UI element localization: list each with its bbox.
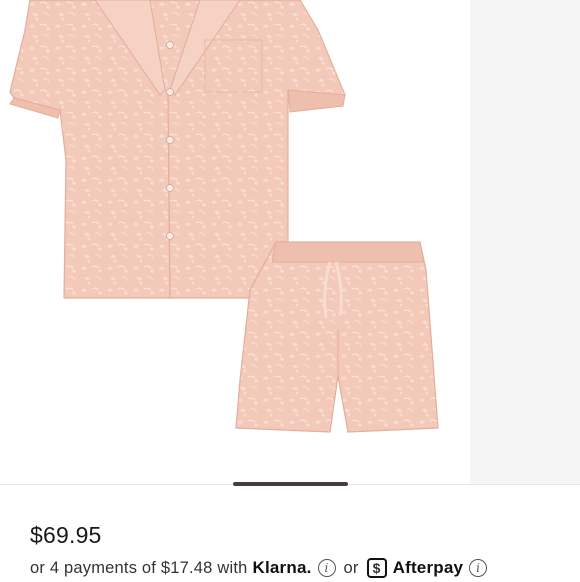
gallery-position-indicator[interactable] — [233, 482, 348, 486]
or-text: or — [343, 558, 359, 577]
payment-options: or 4 payments of $17.48 with Klarna. i o… — [30, 554, 488, 582]
afterpay-icon: $ — [366, 558, 387, 578]
product-image-gallery[interactable] — [0, 0, 580, 484]
klarna-logo[interactable]: Klarna. — [252, 558, 311, 578]
info-icon[interactable]: i — [469, 559, 488, 577]
product-price: $69.95 — [30, 522, 102, 548]
next-image-preview[interactable] — [470, 0, 580, 484]
installments-text: or 4 payments of $17.48 with — [30, 558, 248, 577]
info-icon[interactable]: i — [317, 559, 336, 577]
product-image[interactable] — [0, 0, 470, 484]
pajama-shorts — [235, 241, 439, 433]
afterpay-logo[interactable]: Afterpay — [393, 558, 464, 578]
